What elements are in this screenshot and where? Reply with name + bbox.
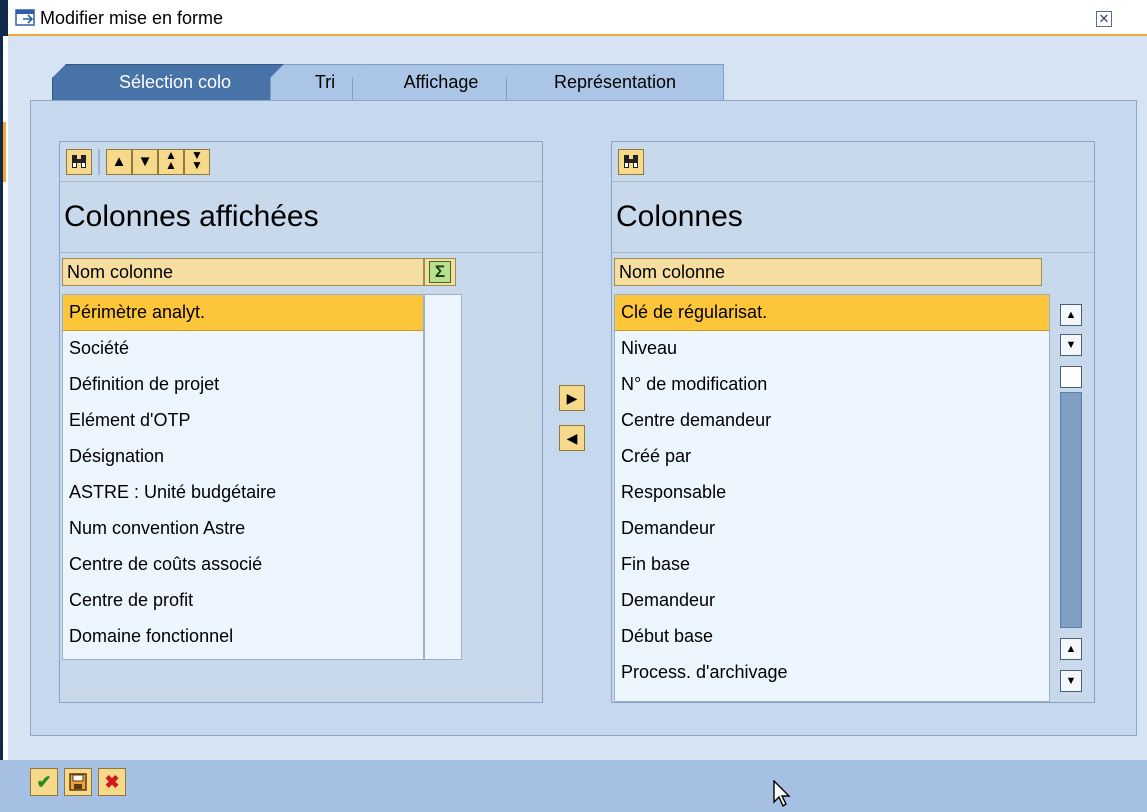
list-item[interactable]: Désignation <box>63 439 423 475</box>
list-item[interactable]: Domaine fonctionnel <box>63 619 423 655</box>
list-item[interactable]: Centre de profit <box>63 583 423 619</box>
displayed-columns-panel: ▲ ▼ ▲ ▲ ▼ ▼ Colonnes affichées Nom colonne… <box>59 141 543 703</box>
sigma-icon: Σ <box>429 261 451 283</box>
list-item[interactable]: Société <box>63 331 423 367</box>
scroll-down-icon[interactable]: ▼ <box>1060 670 1082 692</box>
window-edge <box>0 0 8 36</box>
tab-content: ▲ ▼ ▲ ▲ ▼ ▼ Colonnes affichées Nom colonne… <box>30 100 1137 736</box>
list-item[interactable]: Demandeur <box>615 511 1049 547</box>
dialog-footer: ✔ ✖ <box>0 760 1147 812</box>
column-name-header[interactable]: Nom colonne <box>62 258 424 286</box>
available-columns-list: Clé de régularisat. Niveau N° de modific… <box>614 294 1050 702</box>
list-item[interactable]: Clé de régularisat. <box>615 295 1049 331</box>
move-top-icon[interactable]: ▲ ▲ <box>158 149 184 175</box>
tab-representation[interactable]: Représentation <box>506 64 724 100</box>
tab-label: Tri <box>314 72 336 92</box>
scroll-up-icon[interactable]: ▲ <box>1060 638 1082 660</box>
list-item[interactable]: Fin base <box>615 547 1049 583</box>
tab-label: Affichage <box>403 72 479 92</box>
scroll-up-icon[interactable]: ▲ <box>1060 304 1082 326</box>
available-columns-heading: Colonnes <box>616 200 743 233</box>
available-columns-panel: Colonnes Nom colonne Clé de régularisat.… <box>611 141 1095 703</box>
find-icon[interactable] <box>66 149 92 175</box>
list-item[interactable]: Centre demandeur <box>615 403 1049 439</box>
list-item[interactable]: N° de modification <box>615 367 1049 403</box>
heading-separator <box>60 252 542 253</box>
find-icon[interactable] <box>618 149 644 175</box>
toolbar-separator <box>98 149 100 175</box>
title-accent-line <box>8 34 1147 36</box>
list-item[interactable]: Niveau <box>615 331 1049 367</box>
confirm-icon[interactable]: ✔ <box>30 768 58 796</box>
tab-label: Représentation <box>553 72 677 92</box>
list-item[interactable]: Demandeur <box>615 583 1049 619</box>
list-item[interactable]: Num convention Astre <box>63 511 423 547</box>
list-item[interactable]: ASTRE : Unité budgétaire <box>63 475 423 511</box>
left-edge <box>0 36 8 812</box>
tab-selection-colonnes[interactable]: Sélection colo <box>52 64 298 100</box>
mouse-cursor-icon <box>773 780 791 808</box>
column-name-header[interactable]: Nom colonne <box>614 258 1042 286</box>
right-toolbar <box>612 142 1094 182</box>
list-item[interactable]: Créé par <box>615 439 1049 475</box>
cancel-icon[interactable]: ✖ <box>98 768 126 796</box>
heading-separator <box>612 252 1094 253</box>
window-title: Modifier mise en forme <box>40 8 224 28</box>
sum-column-header[interactable]: Σ <box>424 258 456 286</box>
tab-affichage[interactable]: Affichage <box>352 64 530 100</box>
move-right-icon[interactable]: ▶ <box>559 385 585 411</box>
scrollbar-thumb[interactable] <box>1060 392 1082 628</box>
left-edge-accent <box>3 122 6 182</box>
move-up-icon[interactable]: ▲ <box>106 149 132 175</box>
list-item[interactable]: Process. d'archivage <box>615 655 1049 691</box>
list-item[interactable]: Elément d'OTP <box>63 403 423 439</box>
dialog-icon <box>15 9 35 26</box>
list-item[interactable]: Centre de coûts associé <box>63 547 423 583</box>
move-down-icon[interactable]: ▼ <box>132 149 158 175</box>
move-left-icon[interactable]: ◀ <box>559 425 585 451</box>
list-item[interactable]: Définition de projet <box>63 367 423 403</box>
displayed-columns-list: Périmètre analyt. Société Définition de … <box>62 294 424 660</box>
sum-column[interactable] <box>424 294 462 660</box>
list-item[interactable]: Périmètre analyt. <box>63 295 423 331</box>
list-item[interactable]: Responsable <box>615 475 1049 511</box>
close-icon[interactable]: ✕ <box>1096 11 1112 27</box>
scroll-down-icon[interactable]: ▼ <box>1060 334 1082 356</box>
left-toolbar: ▲ ▼ ▲ ▲ ▼ ▼ <box>60 142 542 182</box>
move-bottom-icon[interactable]: ▼ ▼ <box>184 149 210 175</box>
tab-label: Sélection colo <box>118 72 232 92</box>
list-item[interactable]: Début base <box>615 619 1049 655</box>
title-bar: Modifier mise en forme ✕ <box>0 0 1147 36</box>
save-icon[interactable] <box>64 768 92 796</box>
displayed-columns-heading: Colonnes affichées <box>64 200 319 233</box>
scroll-thumb-top[interactable] <box>1060 366 1082 388</box>
